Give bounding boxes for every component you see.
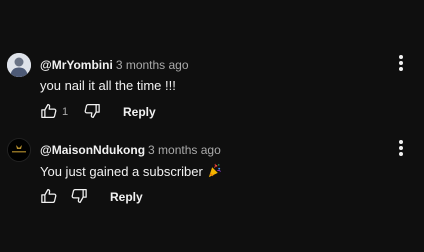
comment-timestamp[interactable]: 3 months ago: [116, 58, 189, 72]
thumbs-up-icon[interactable]: [40, 187, 58, 205]
avatar[interactable]: [7, 53, 31, 77]
more-vert-icon[interactable]: [394, 53, 408, 73]
menu-dot: [399, 61, 403, 65]
comment-header: @MrYombini 3 months ago: [40, 56, 189, 74]
avatar[interactable]: [7, 138, 31, 162]
menu-dot: [399, 67, 403, 71]
thumbs-down-icon[interactable]: [70, 187, 88, 205]
like-count: 1: [62, 106, 69, 118]
more-vert-icon[interactable]: [394, 138, 408, 158]
logo-avatar-image: [8, 139, 30, 161]
comment-text: you nail it all the time !!!: [40, 78, 176, 93]
menu-dot: [399, 55, 403, 59]
author-name[interactable]: @MaisonNdukong: [40, 143, 145, 157]
avatar-image: [7, 53, 31, 77]
reply-button[interactable]: Reply: [110, 190, 143, 204]
party-popper-emoji: [207, 163, 222, 181]
menu-dot: [399, 152, 403, 156]
author-name[interactable]: @MrYombini: [40, 58, 113, 72]
comment-text: You just gained a subscriber: [40, 163, 222, 181]
menu-dot: [399, 140, 403, 144]
menu-dot: [399, 146, 403, 150]
comment-timestamp[interactable]: 3 months ago: [148, 143, 221, 157]
party-popper-icon: [208, 163, 221, 178]
reply-button[interactable]: Reply: [123, 105, 156, 119]
comment-text-content: You just gained a subscriber: [40, 164, 203, 179]
comment-header: @MaisonNdukong 3 months ago: [40, 141, 221, 159]
thumbs-up-icon[interactable]: [40, 102, 58, 120]
thumbs-down-icon[interactable]: [83, 102, 101, 120]
